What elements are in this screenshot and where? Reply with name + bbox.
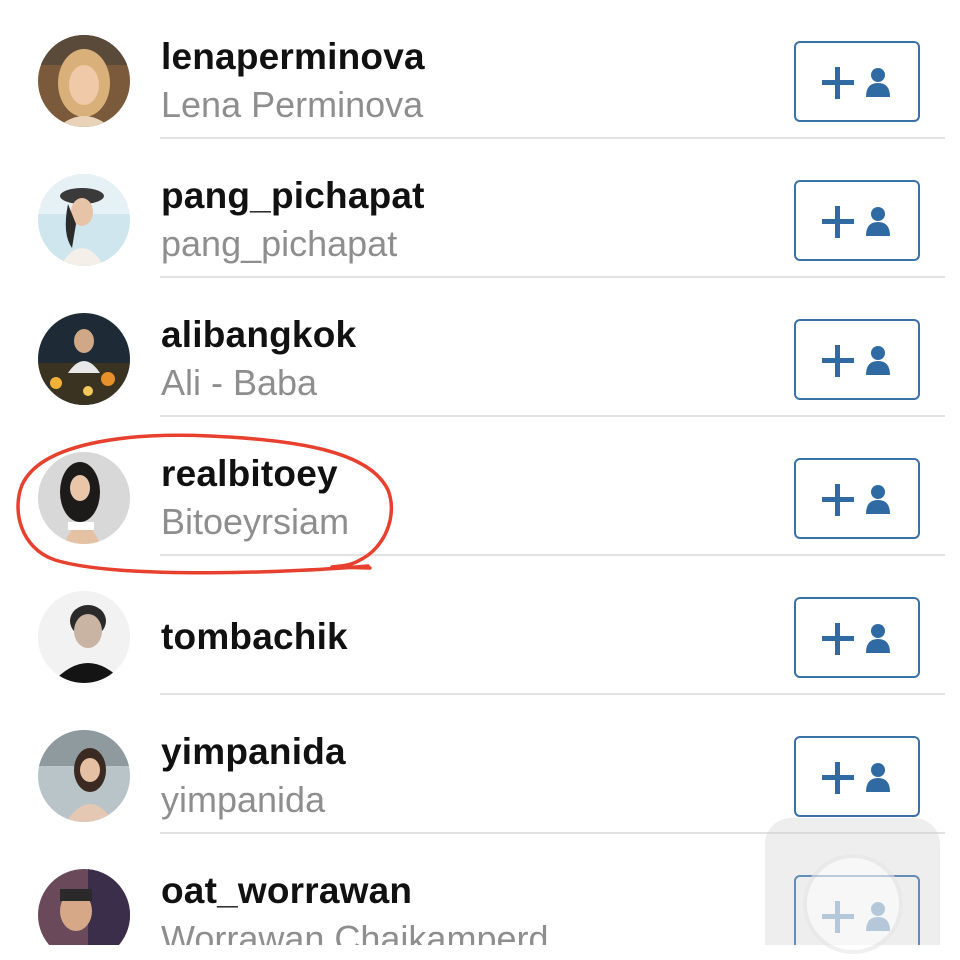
person-icon	[866, 485, 890, 514]
follow-button[interactable]	[794, 597, 920, 678]
follow-button[interactable]	[794, 180, 920, 261]
username[interactable]: tombachik	[161, 616, 348, 658]
username[interactable]: realbitoey	[161, 453, 338, 495]
follow-button[interactable]	[794, 319, 920, 400]
plus-icon	[822, 206, 854, 238]
list-item[interactable]: alibangkok Ali - Baba	[0, 278, 960, 417]
avatar[interactable]	[38, 452, 130, 544]
plus-icon	[822, 345, 854, 377]
list-item[interactable]: realbitoey Bitoeyrsiam	[0, 417, 960, 556]
person-icon	[866, 68, 890, 97]
follow-button[interactable]	[794, 458, 920, 539]
list-item[interactable]: yimpanida yimpanida	[0, 695, 960, 834]
username[interactable]: yimpanida	[161, 731, 346, 773]
list-item[interactable]: pang_pichapat pang_pichapat	[0, 139, 960, 278]
plus-icon	[822, 762, 854, 794]
username[interactable]: pang_pichapat	[161, 175, 425, 217]
full-name: Ali - Baba	[161, 362, 318, 403]
assistive-touch-button[interactable]	[765, 818, 940, 950]
person-icon	[866, 624, 890, 653]
full-name: yimpanida	[161, 779, 326, 820]
username[interactable]: oat_worrawan	[161, 870, 412, 912]
username[interactable]: alibangkok	[161, 314, 356, 356]
avatar[interactable]	[38, 869, 130, 945]
avatar[interactable]	[38, 730, 130, 822]
follow-button[interactable]	[794, 41, 920, 122]
user-list: lenaperminova Lena Perminova pang_pichap…	[0, 0, 960, 945]
avatar[interactable]	[38, 313, 130, 405]
full-name: pang_pichapat	[161, 223, 398, 264]
follow-button[interactable]	[794, 736, 920, 817]
person-icon	[866, 346, 890, 375]
plus-icon	[822, 623, 854, 655]
avatar[interactable]	[38, 35, 130, 127]
person-icon	[866, 763, 890, 792]
list-item[interactable]: lenaperminova Lena Perminova	[0, 0, 960, 139]
plus-icon	[822, 484, 854, 516]
plus-icon	[822, 67, 854, 99]
full-name: Lena Perminova	[161, 84, 424, 125]
full-name: Bitoeyrsiam	[161, 501, 350, 542]
assistive-touch-ring	[807, 858, 899, 950]
username[interactable]: lenaperminova	[161, 36, 425, 78]
suggested-users-screen: lenaperminova Lena Perminova pang_pichap…	[0, 0, 960, 960]
list-item[interactable]: tombachik	[0, 556, 960, 695]
avatar[interactable]	[38, 174, 130, 266]
full-name: Worrawan Chaikamperd	[161, 918, 549, 945]
avatar[interactable]	[38, 591, 130, 683]
person-icon	[866, 207, 890, 236]
